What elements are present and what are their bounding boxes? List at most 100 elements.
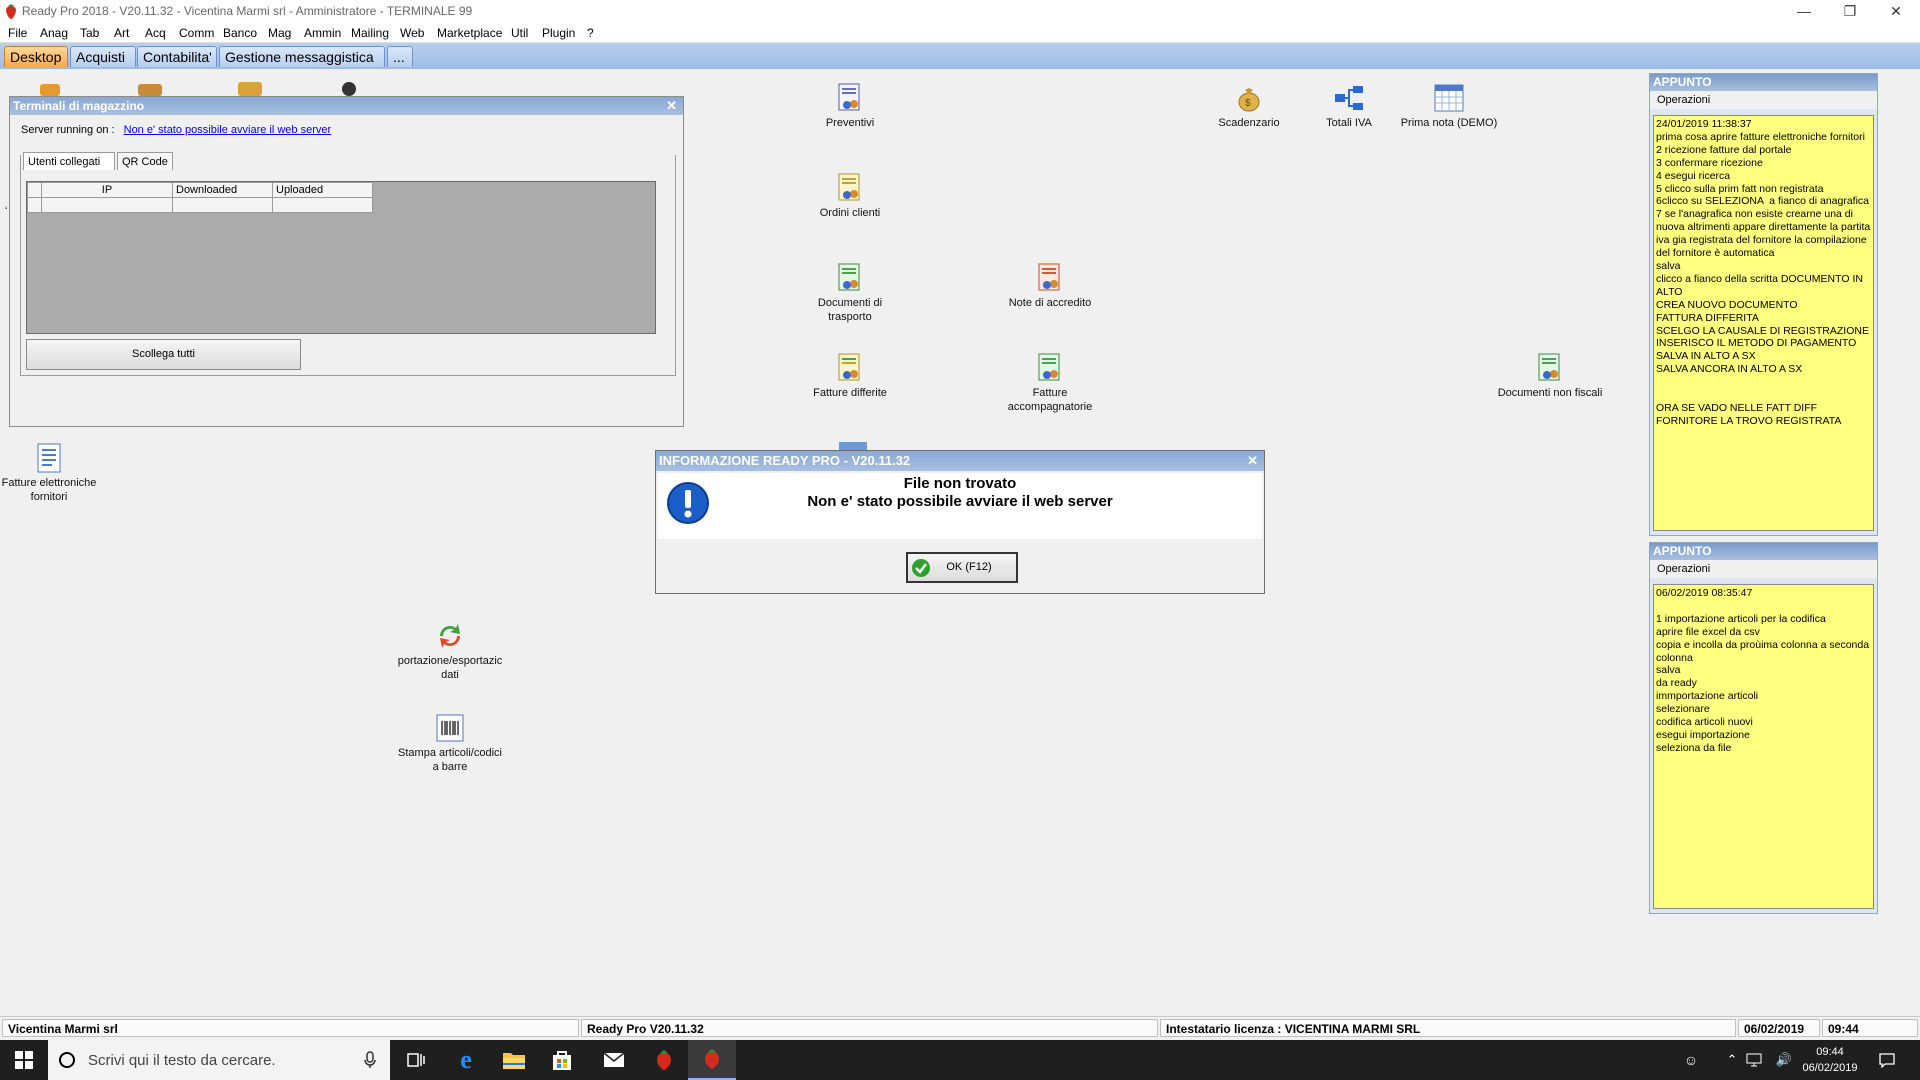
scollega-tutti-button[interactable]: Scollega tutti — [26, 339, 301, 370]
network-icon — [1746, 1053, 1762, 1067]
desktop-icon-totali-iva[interactable]: Totali IVA — [1294, 82, 1404, 130]
close-window-button[interactable]: ✕ — [1874, 0, 1918, 22]
taskbar-edge[interactable]: e — [442, 1040, 490, 1080]
taskbar-clock[interactable]: 09:44 06/02/2019 — [1796, 1044, 1864, 1076]
column-header-uploaded[interactable]: Uploaded — [272, 182, 373, 198]
desktop-icon-fatture-accompagnatorie[interactable]: Fatture accompagnatorie — [995, 352, 1105, 414]
table-row[interactable] — [27, 197, 373, 213]
hidden-desktop-icon[interactable] — [40, 84, 60, 96]
taskbar-store[interactable] — [538, 1040, 586, 1080]
menu-acq[interactable]: Acq — [145, 26, 166, 40]
table-cell — [172, 197, 273, 213]
ok-button[interactable]: OK (F12) — [906, 552, 1018, 583]
tray-chevron-button[interactable]: ⌃ — [1722, 1040, 1742, 1080]
start-button[interactable] — [0, 1040, 48, 1080]
taskbar-file-explorer[interactable] — [490, 1040, 538, 1080]
tab-gestione-messaggistica[interactable]: Gestione messaggistica — [219, 46, 385, 67]
desktop-icon-scadenzario[interactable]: $ Scadenzario — [1194, 82, 1304, 130]
desktop-icon-importazione-esportazione[interactable]: portazione/esportazic dati — [395, 620, 505, 682]
document-people-icon — [838, 353, 860, 381]
connected-users-grid[interactable]: IP Downloaded Uploaded — [26, 181, 656, 334]
desktop-icon-documenti-non-fiscali[interactable]: Documenti non fiscali — [1495, 352, 1605, 400]
menu-comm[interactable]: Comm — [179, 26, 214, 40]
info-dialog: INFORMAZIONE READY PRO - V20.11.32 ✕ Fil… — [655, 450, 1265, 594]
menu-anag[interactable]: Anag — [40, 26, 68, 40]
chevron-up-icon: ⌃ — [1726, 1052, 1738, 1067]
tab-acquisti[interactable]: Acquisti — [70, 46, 136, 67]
menu-web[interactable]: Web — [400, 26, 424, 40]
column-header-downloaded[interactable]: Downloaded — [172, 182, 273, 198]
mail-envelope-icon — [603, 1052, 625, 1067]
desktop-icon-fatture-elettroniche[interactable]: Fatture elettroniche fornitori — [0, 442, 104, 504]
task-view-button[interactable] — [392, 1040, 440, 1080]
volume-tray-button[interactable]: 🔊 — [1774, 1040, 1794, 1080]
menu-tab[interactable]: Tab — [80, 26, 99, 40]
tab-contabilita[interactable]: Contabilita' — [137, 46, 217, 67]
menu-marketplace[interactable]: Marketplace — [437, 26, 502, 40]
menu-ammin[interactable]: Ammin — [304, 26, 341, 40]
menu-banco[interactable]: Banco — [223, 26, 257, 40]
tab-desktop[interactable]: Desktop — [4, 46, 68, 67]
menu-file[interactable]: File — [8, 26, 27, 40]
sync-arrows-icon — [440, 624, 460, 648]
desktop-icon-ordini-clienti[interactable]: Ordini clienti — [795, 172, 905, 220]
hidden-desktop-icon[interactable] — [138, 84, 162, 96]
clock-time: 09:44 — [1816, 1046, 1844, 1058]
partial-text: ‘ — [5, 205, 8, 217]
appunto-text[interactable]: 06/02/2019 08:35:47 1 importazione artic… — [1653, 584, 1874, 909]
close-icon[interactable]: ✕ — [666, 97, 677, 115]
menu-mailing[interactable]: Mailing — [351, 26, 389, 40]
table-header-row: IP Downloaded Uploaded — [27, 182, 373, 198]
strawberry-icon — [705, 1049, 719, 1069]
appunto-text[interactable]: 24/01/2019 11:38:37 prima cosa aprire fa… — [1653, 115, 1874, 531]
search-circle-icon — [59, 1052, 75, 1068]
document-people-icon — [1038, 353, 1060, 381]
taskbar-search[interactable]: Scrivi qui il testo da cercare. — [48, 1040, 390, 1080]
desktop-icon-fatture-differite[interactable]: Fatture differite — [795, 352, 905, 400]
restore-button[interactable]: ❐ — [1828, 0, 1872, 22]
icon-label: Totali IVA — [1326, 117, 1372, 129]
status-time: 09:44 — [1822, 1019, 1918, 1037]
hidden-desktop-icon[interactable] — [839, 442, 867, 450]
desktop-icon-preventivi[interactable]: Preventivi — [795, 82, 905, 130]
icon-label: Fatture accompagnatorie — [1007, 387, 1093, 413]
menu-help[interactable]: ? — [587, 26, 594, 40]
column-header-ip[interactable]: IP — [41, 182, 173, 198]
network-diagram-icon — [1335, 86, 1363, 110]
table-cell — [27, 197, 42, 213]
action-center-button[interactable] — [1872, 1040, 1902, 1080]
desktop-icon-stampa-articoli[interactable]: Stampa articoli/codici a barre — [395, 712, 505, 774]
desktop-icon-prima-nota[interactable]: Prima nota (DEMO) — [1394, 82, 1504, 130]
taskbar-ready-pro-active[interactable] — [688, 1040, 736, 1080]
taskbar-mail[interactable] — [590, 1040, 638, 1080]
menu-art[interactable]: Art — [114, 26, 129, 40]
network-tray-button[interactable] — [1744, 1040, 1764, 1080]
microphone-icon[interactable] — [364, 1051, 376, 1069]
operazioni-menu[interactable]: Operazioni — [1650, 91, 1877, 109]
task-view-icon — [407, 1053, 425, 1067]
server-status-row: Server running on : Non e' stato possibi… — [21, 124, 331, 136]
menu-plugin[interactable]: Plugin — [542, 26, 575, 40]
icon-label: Stampa articoli/codici a barre — [398, 747, 502, 773]
hidden-desktop-icon[interactable] — [238, 82, 262, 96]
menu-mag[interactable]: Mag — [268, 26, 291, 40]
taskbar-ready-pro-1[interactable] — [640, 1040, 688, 1080]
hidden-desktop-icon[interactable] — [342, 82, 356, 96]
edge-icon: e — [460, 1045, 472, 1074]
document-people-icon — [1038, 263, 1060, 291]
menu-util[interactable]: Util — [511, 26, 528, 40]
tab-utenti-collegati[interactable]: Utenti collegati — [23, 152, 115, 170]
people-button[interactable]: ☺ — [1676, 1040, 1706, 1080]
document-people-icon — [838, 263, 860, 291]
icon-label: Documenti di trasporto — [817, 297, 883, 323]
server-link[interactable]: Non e' stato possibile avviare il web se… — [124, 124, 332, 136]
desktop-icon-note-accredito[interactable]: Note di accredito — [995, 262, 1105, 310]
minimize-button[interactable]: — — [1782, 0, 1826, 22]
tab-more[interactable]: ... — [387, 46, 413, 67]
tab-qr-code[interactable]: QR Code — [117, 152, 173, 170]
close-icon[interactable]: ✕ — [1247, 451, 1258, 471]
terminali-magazzino-window: Terminali di magazzino ✕ Server running … — [9, 96, 684, 427]
desktop-icon-documenti-trasporto[interactable]: Documenti di trasporto — [795, 262, 905, 324]
icon-label: portazione/esportazic dati — [397, 655, 503, 681]
operazioni-menu[interactable]: Operazioni — [1650, 560, 1877, 578]
